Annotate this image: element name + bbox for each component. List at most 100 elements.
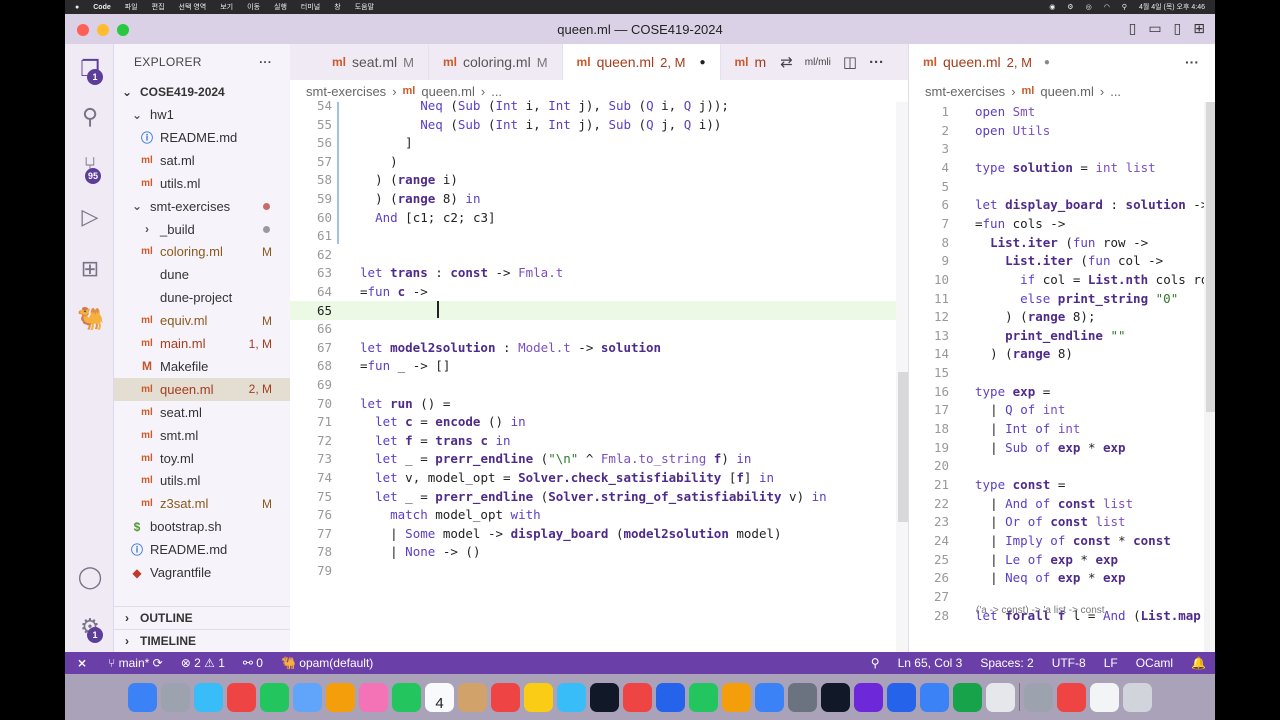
remote-indicator[interactable]: ⨯ bbox=[65, 656, 99, 670]
tree-item-file-queen-ml[interactable]: ml queen.ml 2, M bbox=[114, 377, 290, 401]
dock-app-icon[interactable] bbox=[854, 682, 883, 712]
breadcrumb-file[interactable]: queen.ml bbox=[1040, 84, 1093, 99]
dock-app-icon[interactable] bbox=[590, 682, 619, 712]
editor-more-icon[interactable]: ··· bbox=[1185, 54, 1199, 70]
scrollbar-thumb[interactable] bbox=[1206, 102, 1215, 412]
tree-item-file-readme-root[interactable]: ⓘ README.md bbox=[114, 538, 290, 561]
dock-app-icon[interactable] bbox=[953, 682, 982, 712]
tree-item-file-dune-project[interactable]: dune-project bbox=[114, 286, 290, 309]
tree-item-file-main-ml[interactable]: ml main.ml 1, M bbox=[114, 332, 290, 355]
dock-app-icon[interactable] bbox=[986, 682, 1015, 712]
tree-item-file-utils-ml[interactable]: ml utils.ml bbox=[114, 469, 290, 492]
tree-item-file-z3sat-ml[interactable]: ml z3sat.ml M bbox=[114, 492, 290, 515]
tree-item-file-equiv-ml[interactable]: ml equiv.ml M bbox=[114, 309, 290, 332]
tree-item-file-toy-ml[interactable]: ml toy.ml bbox=[114, 447, 290, 470]
code-editor-secondary[interactable]: 1 open Smt 2 open Utils 3 4 type solution = in… bbox=[909, 102, 1215, 652]
tree-item-file-utils-ml[interactable]: ml utils.ml bbox=[114, 172, 290, 195]
tree-item-folder-hw1[interactable]: ⌄ hw1 bbox=[114, 103, 290, 126]
tree-item-file-readme[interactable]: ⓘ README.md bbox=[114, 126, 290, 149]
breadcrumb-symbol[interactable]: ... bbox=[1110, 84, 1121, 99]
encoding[interactable]: UTF-8 bbox=[1043, 656, 1095, 670]
editor-more-icon[interactable]: ··· bbox=[869, 54, 884, 71]
unsaved-dot-icon[interactable]: ● bbox=[699, 57, 705, 68]
more-actions-icon[interactable]: ··· bbox=[259, 55, 272, 69]
dock-app-icon[interactable] bbox=[1024, 682, 1053, 712]
unsaved-dot-icon[interactable]: ● bbox=[1044, 57, 1050, 68]
apple-icon[interactable]: ● bbox=[75, 4, 79, 11]
minimap-scrollbar[interactable] bbox=[896, 102, 908, 652]
account-icon[interactable]: ◯ bbox=[77, 564, 103, 590]
record-icon[interactable]: ◉ bbox=[1049, 3, 1055, 11]
end-of-line[interactable]: LF bbox=[1095, 656, 1127, 670]
timeline-section[interactable]: › TIMELINE bbox=[114, 629, 290, 652]
dock-app-icon[interactable] bbox=[491, 682, 520, 712]
tree-item-file-seat-ml[interactable]: ml seat.ml bbox=[114, 401, 290, 424]
dock-app-icon[interactable] bbox=[227, 682, 256, 712]
toggle-panel-icon[interactable]: ▭ bbox=[1148, 20, 1161, 37]
code-editor-main[interactable]: 54 Neq (Sub (Int i, Int j), Sub (Q i, Q … bbox=[290, 98, 908, 652]
zoom-window-button[interactable] bbox=[117, 24, 129, 36]
dock-app-icon[interactable] bbox=[326, 682, 355, 712]
toggle-sidebar-icon[interactable]: ▯ bbox=[1129, 20, 1137, 37]
tree-item-file-smt-ml[interactable]: ml smt.ml bbox=[114, 424, 290, 447]
tab-queen-ml-secondary[interactable]: ml queen.ml 2, M ● ··· bbox=[909, 44, 1215, 80]
workspace-root[interactable]: ⌄ COSE419-2024 bbox=[114, 80, 290, 103]
dock-app-icon[interactable] bbox=[1123, 682, 1152, 712]
dock-app-icon[interactable] bbox=[128, 682, 157, 712]
menu-go[interactable]: 이동 bbox=[247, 2, 260, 12]
zoom-icon[interactable]: ⚲ bbox=[862, 656, 889, 670]
dock-app-icon[interactable] bbox=[920, 682, 949, 712]
dock-app-icon[interactable] bbox=[194, 682, 223, 712]
branch-indicator[interactable]: ⑂ main* ⟳ bbox=[99, 656, 172, 670]
tree-item-file-sat-ml[interactable]: ml sat.ml bbox=[114, 149, 290, 172]
toggle-secondary-sidebar-icon[interactable]: ▯ bbox=[1174, 20, 1182, 37]
dock-app-icon[interactable] bbox=[1057, 682, 1086, 712]
dock-app-icon[interactable] bbox=[392, 682, 421, 712]
opam-switch[interactable]: 🐫 opam(default) bbox=[272, 656, 382, 670]
breadcrumb-folder[interactable]: smt-exercises bbox=[925, 84, 1005, 99]
menu-terminal[interactable]: 터미널 bbox=[301, 2, 320, 12]
tree-item-file-dune[interactable]: dune bbox=[114, 263, 290, 286]
menu-help[interactable]: 도움말 bbox=[355, 2, 374, 12]
tab-seat-ml[interactable]: ml seat.ml M bbox=[290, 44, 429, 80]
menu-file[interactable]: 파일 bbox=[125, 2, 138, 12]
compare-icon[interactable]: ⇄ bbox=[780, 53, 793, 71]
tree-item-file-bootstrap-sh[interactable]: $ bootstrap.sh bbox=[114, 515, 290, 538]
dock-app-icon[interactable] bbox=[887, 682, 916, 712]
switch-ml-mli-icon[interactable]: ml/mli bbox=[805, 57, 831, 68]
dock-app-icon[interactable] bbox=[260, 682, 289, 712]
dock-app-icon[interactable] bbox=[755, 682, 784, 712]
scrollbar-thumb[interactable] bbox=[898, 372, 908, 522]
dock-app-icon[interactable] bbox=[623, 682, 652, 712]
control-icon[interactable]: ⚙ bbox=[1067, 3, 1073, 11]
menu-edit[interactable]: 편집 bbox=[152, 2, 165, 12]
customize-layout-icon[interactable]: ⊞ bbox=[1193, 20, 1205, 37]
tab-m[interactable]: ml m bbox=[721, 44, 773, 80]
dock-app-icon[interactable] bbox=[557, 682, 586, 712]
menu-view[interactable]: 보기 bbox=[220, 2, 233, 12]
search-icon[interactable]: ⚲ bbox=[1122, 3, 1127, 11]
tree-item-folder-smt-exercises[interactable]: ⌄ smt-exercises bbox=[114, 195, 290, 218]
indentation[interactable]: Spaces: 2 bbox=[971, 656, 1042, 670]
run-debug-icon[interactable]: ▷ bbox=[77, 204, 103, 230]
problems-indicator[interactable]: ⊗ 2 ⚠ 1 bbox=[172, 656, 234, 670]
dock-app-icon[interactable] bbox=[293, 682, 322, 712]
ocaml-icon[interactable]: 🐫 bbox=[77, 306, 104, 332]
dock-app-icon[interactable] bbox=[788, 682, 817, 712]
minimap-scrollbar[interactable] bbox=[1204, 102, 1215, 652]
dock-app-icon[interactable] bbox=[458, 682, 487, 712]
minimize-window-button[interactable] bbox=[97, 24, 109, 36]
user-icon[interactable]: ◎ bbox=[1086, 3, 1092, 11]
dock-app-icon[interactable] bbox=[359, 682, 388, 712]
dock-app-icon[interactable] bbox=[722, 682, 751, 712]
dock-app-icon[interactable]: 4 bbox=[425, 682, 454, 712]
split-editor-icon[interactable]: ◫ bbox=[843, 53, 857, 71]
cursor-position[interactable]: Ln 65, Col 3 bbox=[889, 656, 972, 670]
menu-window[interactable]: 창 bbox=[334, 2, 340, 12]
dock-app-icon[interactable] bbox=[161, 682, 190, 712]
wifi-icon[interactable]: ◠ bbox=[1104, 3, 1110, 11]
close-window-button[interactable] bbox=[77, 24, 89, 36]
outline-section[interactable]: › OUTLINE bbox=[114, 606, 290, 629]
tab-queen-ml[interactable]: ml queen.ml 2, M ● bbox=[562, 44, 721, 80]
dock-app-icon[interactable] bbox=[1090, 682, 1119, 712]
